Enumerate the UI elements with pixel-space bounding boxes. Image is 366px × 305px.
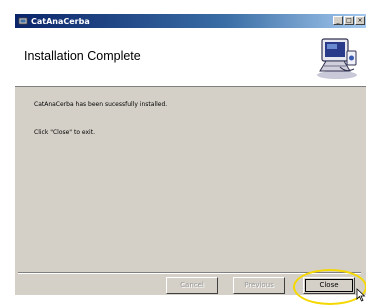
mouse-cursor-icon [356, 288, 366, 302]
success-message: CatAnaCerba has been sucessfully install… [34, 101, 168, 108]
maximize-button[interactable]: □ [344, 16, 354, 25]
close-window-button[interactable]: × [355, 16, 365, 25]
app-icon [18, 16, 28, 26]
instruction-message: Click "Close" to exit. [34, 129, 95, 136]
page-title: Installation Complete [24, 49, 141, 63]
title-controls: _ □ × [333, 16, 365, 25]
close-button[interactable]: Close [303, 277, 355, 294]
window-title: CatAnaCerba [31, 16, 90, 26]
cancel-button[interactable]: Cancel [166, 277, 218, 294]
wizard-header: Installation Complete [15, 28, 366, 87]
installer-window: CatAnaCerba _ □ × Installation Complete … [14, 13, 366, 305]
minimize-button[interactable]: _ [333, 16, 343, 25]
footer-separator [18, 272, 361, 274]
content-area: CatAnaCerba has been sucessfully install… [15, 87, 366, 274]
previous-button[interactable]: Previous [233, 277, 285, 294]
title-bar[interactable]: CatAnaCerba _ □ × [15, 14, 366, 28]
computer-setup-icon [314, 33, 360, 81]
